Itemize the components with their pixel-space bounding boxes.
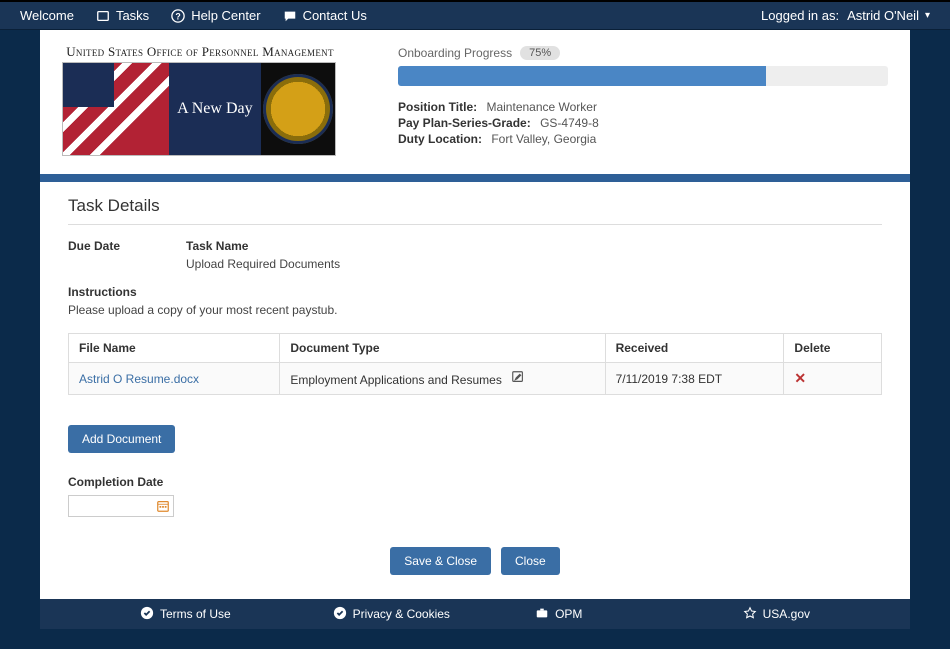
documents-table: File Name Document Type Received Delete … [68,333,882,395]
instructions-label: Instructions [68,285,882,299]
panel-divider [40,174,910,182]
help-icon: ? [171,9,185,23]
banner-image: A New Day [62,62,336,156]
flag-image [63,63,169,155]
received-value: 7/11/2019 7:38 EDT [605,363,784,395]
edit-icon[interactable] [511,373,525,387]
footer: Terms of Use Privacy & Cookies OPM USA.g… [40,599,910,629]
nav-help-label: Help Center [191,8,260,23]
seal-image [261,63,335,155]
delete-button[interactable]: ✕ [794,370,806,386]
user-menu[interactable]: Astrid O'Neil ▾ [847,8,930,23]
section-divider [68,224,882,225]
footer-usagov[interactable]: USA.gov [643,606,871,623]
svg-text:?: ? [176,11,181,21]
col-received: Received [605,334,784,363]
progress-label: Onboarding Progress [398,46,512,60]
duty-value: Fort Valley, Georgia [491,132,596,146]
task-name-value: Upload Required Documents [186,257,340,271]
nav-tasks-label: Tasks [116,8,149,23]
footer-terms[interactable]: Terms of Use [80,606,308,623]
col-file-name: File Name [69,334,280,363]
progress-bar-fill [398,66,766,86]
footer-privacy[interactable]: Privacy & Cookies [308,606,476,623]
nav-welcome[interactable]: Welcome [20,8,74,23]
file-link[interactable]: Astrid O Resume.docx [79,372,199,386]
doc-type-value: Employment Applications and Resumes [290,373,501,387]
main-panel: Task Details Due Date Task Name Upload R… [40,182,910,599]
org-name: United States Office of Personnel Manage… [62,44,338,62]
position-title-label: Position Title: [398,100,477,114]
nav-tasks[interactable]: Tasks [96,8,149,23]
chevron-down-icon: ▾ [925,10,930,21]
completion-date-label: Completion Date [68,475,882,489]
table-row: Astrid O Resume.docx Employment Applicat… [69,363,882,395]
briefcase-icon [535,606,549,623]
org-banner: United States Office of Personnel Manage… [62,44,338,156]
instructions-text: Please upload a copy of your most recent… [68,303,882,317]
nav-contact-label: Contact Us [303,8,367,23]
close-button[interactable]: Close [501,547,560,575]
due-date-label: Due Date [68,239,186,271]
nav-contact[interactable]: Contact Us [283,8,367,23]
col-delete: Delete [784,334,882,363]
top-nav: Welcome Tasks ? Help Center Contact Us L… [0,0,950,30]
chat-icon [283,9,297,23]
check-circle-icon [333,606,347,623]
nav-welcome-label: Welcome [20,8,74,23]
section-title: Task Details [68,196,882,216]
logged-in-label: Logged in as: [761,8,839,23]
col-doc-type: Document Type [280,334,605,363]
duty-label: Duty Location: [398,132,482,146]
grade-label: Pay Plan-Series-Grade: [398,116,531,130]
calendar-icon[interactable] [155,498,171,514]
motto-image: A New Day [169,63,261,155]
add-document-button[interactable]: Add Document [68,425,175,453]
footer-opm[interactable]: OPM [475,606,643,623]
progress-bar [398,66,888,86]
position-title-value: Maintenance Worker [486,100,597,114]
user-name: Astrid O'Neil [847,8,919,23]
save-close-button[interactable]: Save & Close [390,547,491,575]
nav-help[interactable]: ? Help Center [171,8,260,23]
task-name-label: Task Name [186,239,340,253]
header-panel: United States Office of Personnel Manage… [40,30,910,174]
star-icon [743,606,757,623]
grade-value: GS-4749-8 [540,116,599,130]
check-circle-icon [140,606,154,623]
tasks-icon [96,9,110,23]
progress-percent: 75% [520,46,560,60]
